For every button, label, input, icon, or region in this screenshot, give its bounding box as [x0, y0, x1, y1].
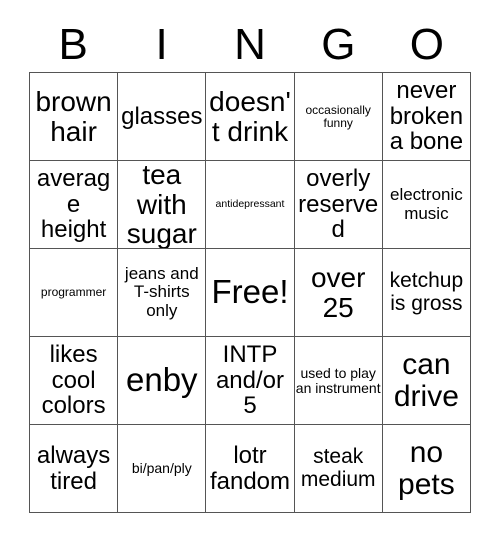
- bingo-cell-g4[interactable]: used to play an instrument: [294, 337, 383, 425]
- bingo-cell-label: likes cool colors: [41, 341, 106, 420]
- bingo-card: B I N G O brown hair glasses doesn't drink…: [0, 0, 500, 544]
- bingo-cell-label: jeans and T-shirts only: [124, 264, 199, 320]
- bingo-cell-label: bi/pan/ply: [131, 460, 192, 477]
- bingo-cell-label: doesn't drink: [209, 85, 291, 147]
- bingo-cell-label: INTP and/or 5: [215, 341, 285, 420]
- bingo-header-row: B I N G O: [29, 18, 471, 72]
- bingo-cell-label: over 25: [310, 261, 366, 323]
- bingo-cell-label: overly reserved: [298, 165, 379, 244]
- bingo-header-letter-o: O: [409, 20, 444, 69]
- bingo-cell-label: antidepressant: [215, 197, 285, 210]
- bingo-header-letter-g: G: [321, 20, 356, 69]
- bingo-cell-i3[interactable]: jeans and T-shirts only: [118, 249, 207, 337]
- bingo-cell-i1[interactable]: glasses: [118, 73, 207, 161]
- bingo-cell-label: brown hair: [35, 85, 112, 147]
- bingo-cell-g2[interactable]: overly reserved: [294, 161, 383, 249]
- bingo-header-letter-b: B: [58, 20, 88, 69]
- bingo-header-letter-n: N: [234, 20, 266, 69]
- bingo-cell-label: never broken a bone: [389, 77, 464, 156]
- bingo-cell-label: used to play an instrument: [295, 364, 381, 396]
- bingo-cell-g3[interactable]: over 25: [294, 249, 383, 337]
- bingo-cell-label: electronic music: [390, 185, 463, 223]
- bingo-cell-o1[interactable]: never broken a bone: [382, 73, 471, 161]
- bingo-cell-o5[interactable]: no pets: [382, 425, 471, 513]
- bingo-cell-b5[interactable]: always tired: [30, 425, 119, 513]
- bingo-cell-label: lotr fandom: [209, 442, 291, 495]
- bingo-cell-b1[interactable]: brown hair: [30, 73, 119, 161]
- bingo-cell-n4[interactable]: INTP and/or 5: [206, 337, 295, 425]
- bingo-cell-o3[interactable]: ketchup is gross: [382, 249, 471, 337]
- bingo-cell-b4[interactable]: likes cool colors: [30, 337, 119, 425]
- bingo-grid: brown hair glasses doesn't drink occasional…: [29, 72, 471, 513]
- bingo-cell-label: programmer: [40, 285, 107, 300]
- bingo-cell-i2[interactable]: tea with sugar: [118, 161, 207, 249]
- bingo-cell-label: ketchup is gross: [389, 269, 464, 315]
- bingo-cell-label: can drive: [393, 347, 459, 413]
- bingo-cell-label: steak medium: [300, 445, 376, 491]
- bingo-cell-label: always tired: [36, 442, 111, 495]
- bingo-cell-label: no pets: [398, 435, 455, 501]
- bingo-cell-n2[interactable]: antidepressant: [206, 161, 295, 249]
- bingo-cell-label: tea with sugar: [126, 161, 197, 249]
- bingo-cell-o4[interactable]: can drive: [382, 337, 471, 425]
- bingo-cell-label: occasionally funny: [305, 102, 371, 130]
- bingo-cell-label: average height: [36, 165, 111, 244]
- bingo-cell-label: Free!: [211, 273, 289, 311]
- bingo-header-letter-i: I: [155, 20, 168, 69]
- bingo-cell-label: enby: [126, 361, 198, 399]
- bingo-cell-n5[interactable]: lotr fandom: [206, 425, 295, 513]
- bingo-cell-i5[interactable]: bi/pan/ply: [118, 425, 207, 513]
- bingo-cell-label: glasses: [121, 102, 203, 130]
- bingo-free-space-cell[interactable]: Free!: [206, 249, 295, 337]
- bingo-cell-g1[interactable]: occasionally funny: [294, 73, 383, 161]
- bingo-cell-i4[interactable]: enby: [118, 337, 207, 425]
- bingo-cell-g5[interactable]: steak medium: [294, 425, 383, 513]
- bingo-cell-b2[interactable]: average height: [30, 161, 119, 249]
- bingo-cell-o2[interactable]: electronic music: [382, 161, 471, 249]
- bingo-cell-b3[interactable]: programmer: [30, 249, 119, 337]
- bingo-cell-n1[interactable]: doesn't drink: [206, 73, 295, 161]
